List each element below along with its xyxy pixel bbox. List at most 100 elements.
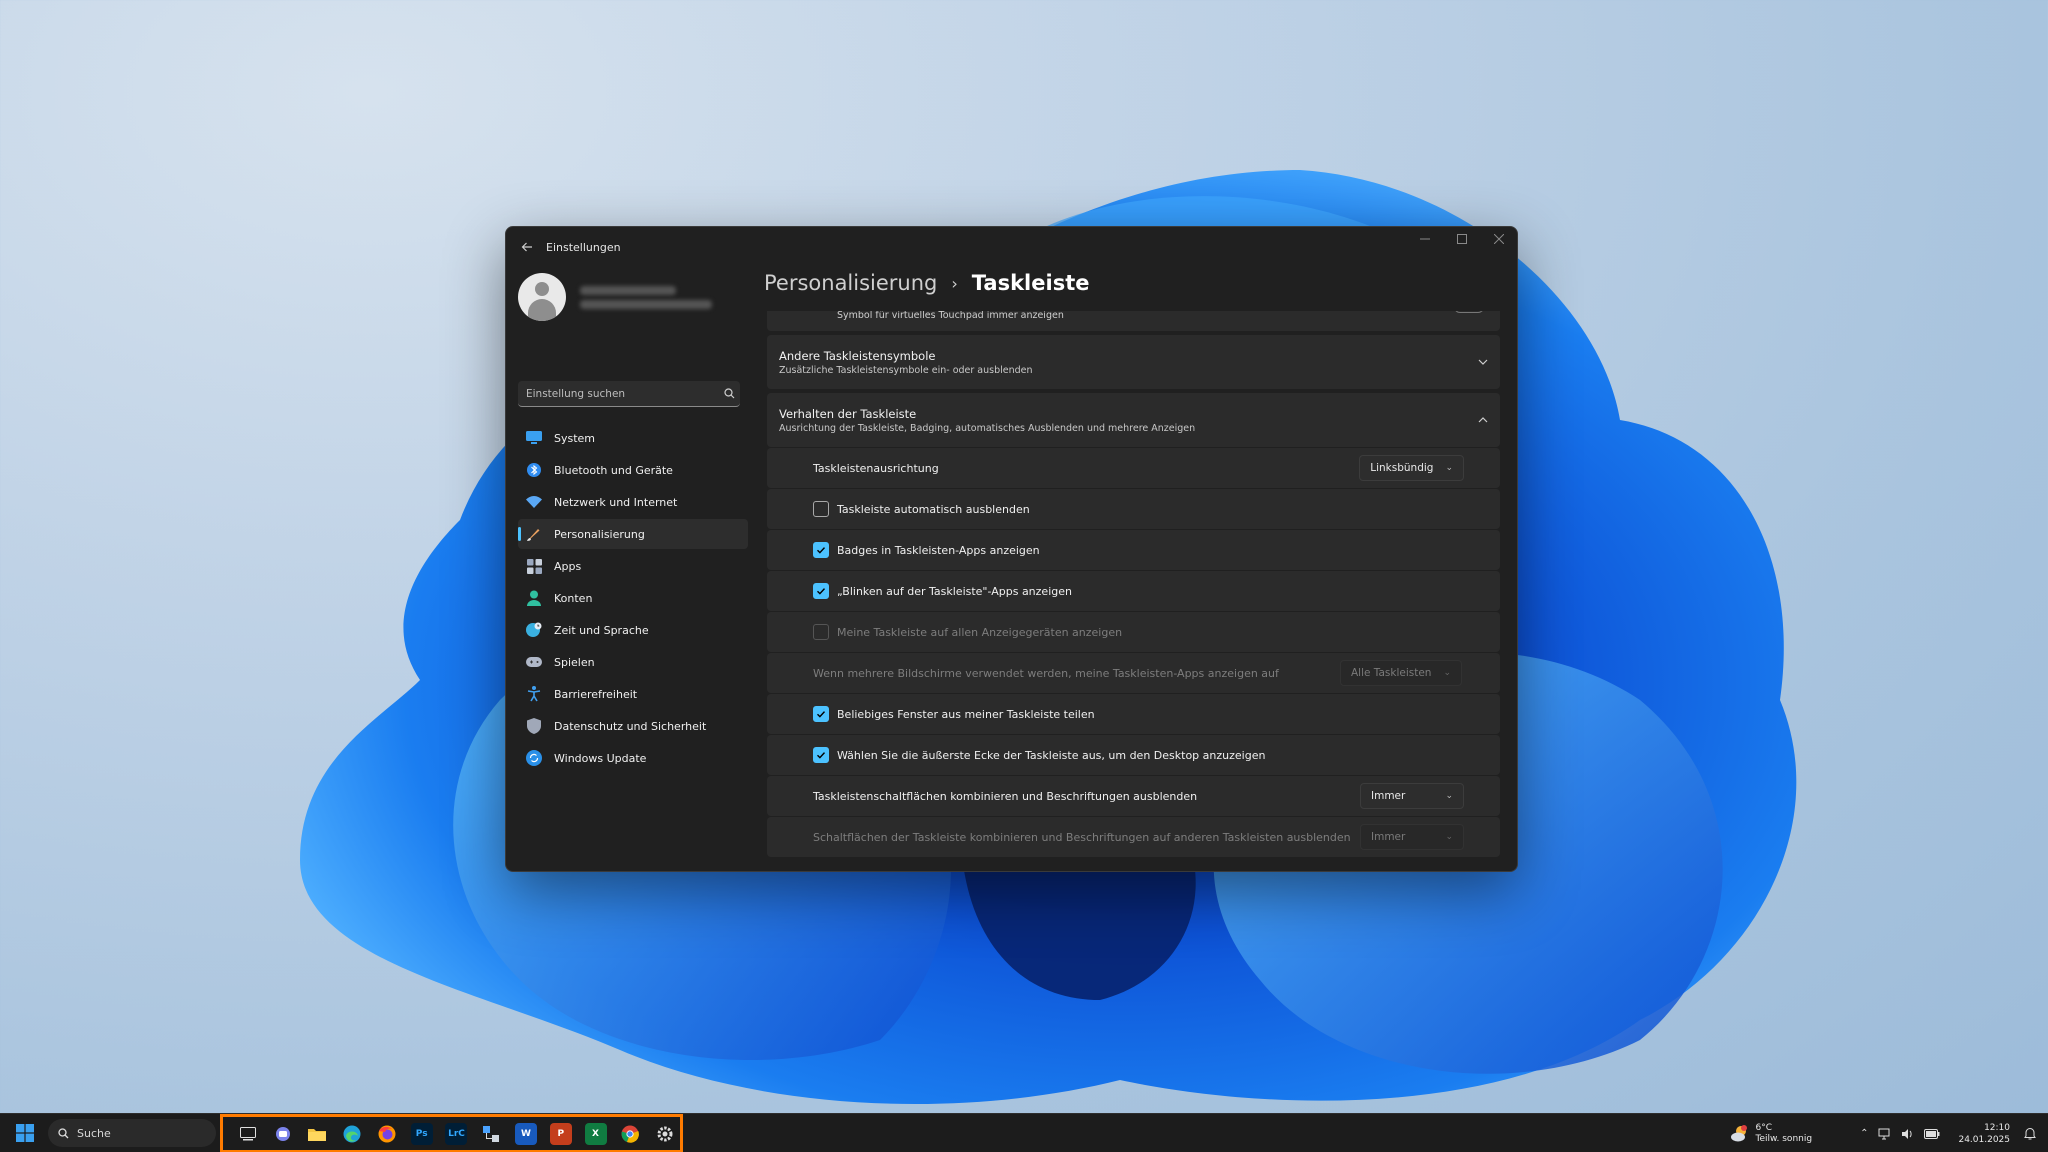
volume-icon[interactable]: [1901, 1128, 1914, 1140]
checkmark-icon: [817, 588, 826, 595]
sidebar-item-label: Spielen: [554, 655, 595, 669]
sidebar-item-personalisierung[interactable]: Personalisierung: [518, 519, 748, 549]
far-corner-row[interactable]: Wählen Sie die äußerste Ecke der Tasklei…: [767, 735, 1500, 775]
sidebar-item-konten[interactable]: Konten: [518, 583, 748, 613]
notification-bell-icon[interactable]: [2024, 1127, 2036, 1140]
search-icon[interactable]: [718, 388, 740, 399]
minimize-button[interactable]: [1406, 227, 1443, 251]
taskbar: Suche Ps LrC W P X 6°C Teilw. sonnig ⌃ 12:10…: [0, 1113, 2048, 1152]
clock[interactable]: 12:10 24.01.2025: [1958, 1122, 2010, 1146]
taskbar-search[interactable]: Suche: [48, 1119, 216, 1147]
network-app-icon[interactable]: [476, 1119, 506, 1149]
firefox-icon[interactable]: [372, 1119, 402, 1149]
behavior-title: Verhalten der Taskleiste: [779, 406, 917, 421]
file-explorer-icon[interactable]: [303, 1119, 333, 1149]
sidebar-item-label: Windows Update: [554, 751, 647, 765]
sidebar-item-label: Netzwerk und Internet: [554, 495, 678, 509]
tray-icons: ⌃: [1860, 1128, 1940, 1140]
sidebar: System Bluetooth und Geräte Netzwerk und I…: [506, 267, 756, 871]
alignment-dropdown[interactable]: Linksbündig ⌄: [1359, 455, 1464, 481]
share-window-checkbox[interactable]: [813, 706, 829, 722]
shield-icon: [526, 718, 542, 734]
avatar[interactable]: [518, 273, 566, 321]
sidebar-item-label: Barrierefreiheit: [554, 687, 638, 701]
taskbar-behavior-section[interactable]: Verhalten der Taskleiste Ausrichtung der…: [767, 393, 1500, 447]
chevron-down-icon: ⌄: [1445, 463, 1453, 473]
network-icon[interactable]: [1878, 1128, 1891, 1140]
word-glyph: W: [515, 1122, 537, 1145]
photoshop-glyph: Ps: [410, 1122, 433, 1145]
settings-search-box[interactable]: [518, 381, 740, 407]
excel-glyph: X: [584, 1122, 607, 1145]
flashing-checkbox[interactable]: [813, 583, 829, 599]
toggle-partial[interactable]: [1454, 311, 1484, 313]
photoshop-icon[interactable]: Ps: [407, 1119, 437, 1149]
sidebar-item-apps[interactable]: Apps: [518, 551, 748, 581]
sidebar-item-zeit-und-sprache[interactable]: Zeit und Sprache: [518, 615, 748, 645]
sidebar-item-label: Konten: [554, 591, 593, 605]
share-window-label: Beliebiges Fenster aus meiner Taskleiste…: [837, 707, 1095, 721]
chevron-down-icon: ⌄: [1445, 791, 1453, 801]
autohide-row[interactable]: Taskleiste automatisch ausblenden: [767, 489, 1500, 529]
chevron-up-icon[interactable]: ⌃: [1860, 1128, 1868, 1139]
weather-widget[interactable]: 6°C Teilw. sonnig: [1729, 1123, 1812, 1145]
breadcrumb-parent[interactable]: Personalisierung: [764, 271, 937, 295]
pinned-apps-highlighted: Ps LrC W P X: [220, 1114, 683, 1152]
app-title: Einstellungen: [546, 240, 621, 254]
combine-other-label: Schaltflächen der Taskleiste kombinieren…: [813, 830, 1351, 844]
battery-icon[interactable]: [1924, 1128, 1940, 1139]
taskbar-search-label: Suche: [77, 1126, 111, 1140]
clock-time: 12:10: [1984, 1122, 2010, 1133]
sidebar-item-barrierefreiheit[interactable]: Barrierefreiheit: [518, 679, 748, 709]
sidebar-item-system[interactable]: System: [518, 423, 748, 453]
lightroom-classic-icon[interactable]: LrC: [442, 1119, 472, 1149]
sidebar-item-spielen[interactable]: Spielen: [518, 647, 748, 677]
close-button[interactable]: [1480, 227, 1517, 251]
settings-app-icon[interactable]: [650, 1119, 680, 1149]
share-window-row[interactable]: Beliebiges Fenster aus meiner Taskleiste…: [767, 694, 1500, 734]
combine-value: Immer: [1371, 790, 1406, 802]
alignment-label: Taskleistenausrichtung: [813, 461, 939, 475]
settings-content: Symbol für virtuelles Touchpad immer anz…: [767, 311, 1500, 871]
far-corner-label: Wählen Sie die äußerste Ecke der Tasklei…: [837, 748, 1266, 762]
powerpoint-icon[interactable]: P: [546, 1119, 576, 1149]
search-icon: [58, 1127, 69, 1138]
chrome-icon[interactable]: [615, 1119, 645, 1149]
back-button[interactable]: [512, 232, 542, 262]
combine-dropdown[interactable]: Immer ⌄: [1360, 783, 1464, 809]
sidebar-item-label: Personalisierung: [554, 527, 645, 541]
combine-label: Taskleistenschaltflächen kombinieren und…: [813, 789, 1198, 803]
sidebar-item-datenschutz-und-sicherheit[interactable]: Datenschutz und Sicherheit: [518, 711, 748, 741]
badges-row[interactable]: Badges in Taskleisten-Apps anzeigen: [767, 530, 1500, 570]
checkmark-icon: [817, 711, 826, 718]
excel-icon[interactable]: X: [581, 1119, 611, 1149]
badges-label: Badges in Taskleisten-Apps anzeigen: [837, 543, 1040, 557]
sidebar-item-label: Bluetooth und Geräte: [554, 463, 673, 477]
other-icons-subtitle: Zusätzliche Taskleistensymbole ein- oder…: [779, 364, 1033, 376]
word-icon[interactable]: W: [511, 1119, 541, 1149]
checkmark-icon: [817, 752, 826, 759]
chevron-down-icon: [1478, 359, 1488, 365]
sidebar-item-bluetooth-und-geräte[interactable]: Bluetooth und Geräte: [518, 455, 748, 485]
badges-checkbox[interactable]: [813, 542, 829, 558]
task-view-icon[interactable]: [233, 1119, 263, 1149]
behavior-subtitle: Ausrichtung der Taskleiste, Badging, aut…: [779, 422, 1196, 434]
flashing-row[interactable]: „Blinken auf der Taskleiste"-Apps anzeig…: [767, 571, 1500, 611]
bluetooth-icon: [526, 462, 542, 478]
multi-screen-value: Alle Taskleisten: [1350, 667, 1432, 679]
edge-icon[interactable]: [337, 1119, 367, 1149]
far-corner-checkbox[interactable]: [813, 747, 829, 763]
start-button[interactable]: [10, 1118, 40, 1148]
autohide-checkbox[interactable]: [813, 501, 829, 517]
sidebar-item-windows-update[interactable]: Windows Update: [518, 743, 748, 773]
clock-date: 24.01.2025: [1958, 1134, 2010, 1145]
other-taskbar-icons-section[interactable]: Andere Taskleistensymbole Zusätzliche Ta…: [767, 335, 1500, 389]
sidebar-item-netzwerk-und-internet[interactable]: Netzwerk und Internet: [518, 487, 748, 517]
maximize-button[interactable]: [1443, 227, 1480, 251]
search-input[interactable]: [518, 387, 718, 400]
combine-other-dropdown: Immer ⌄: [1360, 824, 1464, 850]
teams-icon[interactable]: [268, 1119, 298, 1149]
flashing-label: „Blinken auf der Taskleiste"-Apps anzeig…: [837, 584, 1072, 598]
user-profile[interactable]: [518, 273, 712, 321]
title-bar: Einstellungen: [506, 227, 1517, 267]
